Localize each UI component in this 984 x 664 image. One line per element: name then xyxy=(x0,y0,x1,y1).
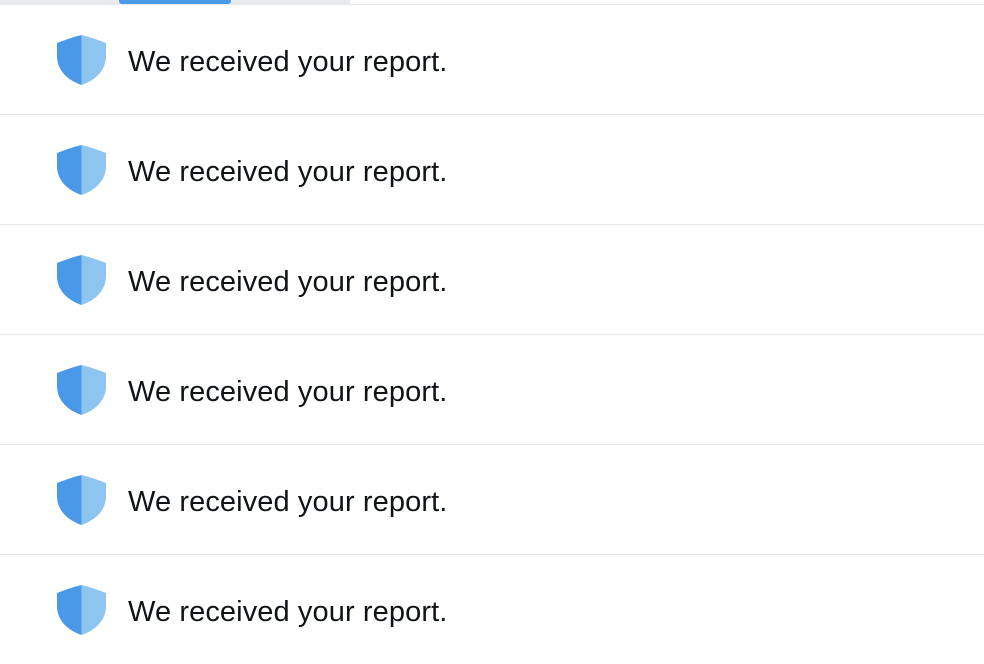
shield-icon xyxy=(55,254,108,306)
notification-item[interactable]: We received your report. xyxy=(0,335,984,445)
shield-icon xyxy=(55,144,108,196)
notification-text: We received your report. xyxy=(128,376,448,408)
shield-icon xyxy=(55,584,108,636)
shield-icon xyxy=(55,34,108,86)
notification-item[interactable]: We received your report. xyxy=(0,115,984,225)
notification-item[interactable]: We received your report. xyxy=(0,555,984,664)
active-tab-indicator xyxy=(119,0,231,4)
notification-text: We received your report. xyxy=(128,486,448,518)
notification-item[interactable]: We received your report. xyxy=(0,225,984,335)
shield-icon xyxy=(55,474,108,526)
notification-text: We received your report. xyxy=(128,46,448,78)
notification-text: We received your report. xyxy=(128,266,448,298)
notification-item[interactable]: We received your report. xyxy=(0,5,984,115)
notification-list: We received your report. We received you… xyxy=(0,5,984,664)
notification-text: We received your report. xyxy=(128,156,448,188)
notification-item[interactable]: We received your report. xyxy=(0,445,984,555)
shield-icon xyxy=(55,364,108,416)
notification-text: We received your report. xyxy=(128,596,448,628)
